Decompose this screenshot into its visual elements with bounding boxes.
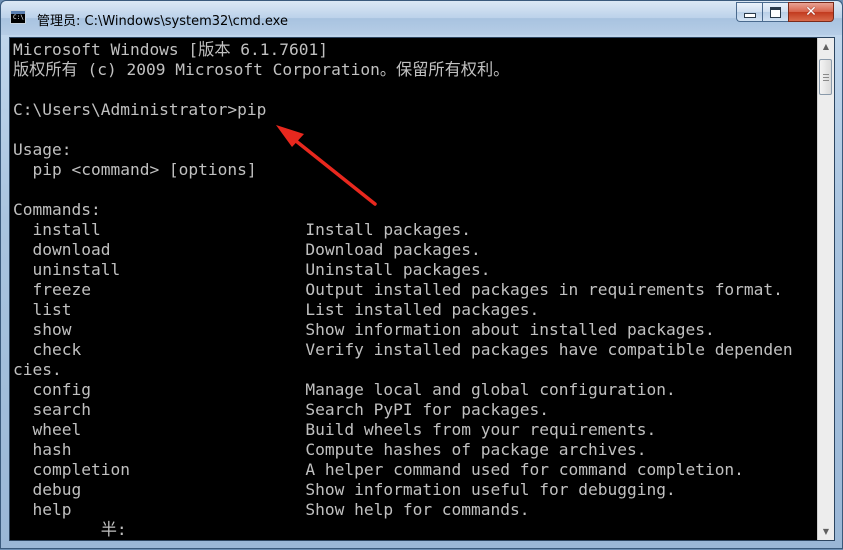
console-line: config Manage local and global configura… <box>13 380 676 399</box>
console-line: uninstall Uninstall packages. <box>13 260 491 279</box>
console-line: 半: <box>13 520 127 539</box>
console-line: hash Compute hashes of package archives. <box>13 440 647 459</box>
cmd-icon-label: C:\ <box>13 14 24 21</box>
console-line: install Install packages. <box>13 220 472 239</box>
console-line: wheel Build wheels from your requirement… <box>13 420 657 439</box>
title-bar[interactable]: C:\ 管理员: C:\Windows\system32\cmd.exe ✕ <box>1 1 842 35</box>
console-line: pip <command> [options] <box>13 160 257 179</box>
cmd-window: C:\ 管理员: C:\Windows\system32\cmd.exe ✕ M… <box>0 0 843 549</box>
console-line: C:\Users\Administrator>pip <box>13 100 267 119</box>
thumb-grip-line <box>823 80 829 81</box>
console-line: show Show information about installed pa… <box>13 320 715 339</box>
close-button[interactable]: ✕ <box>788 2 834 22</box>
vertical-scrollbar[interactable]: ▲ ▼ <box>817 38 834 540</box>
console-line: 版权所有 (c) 2009 Microsoft Corporation。保留所有… <box>13 60 510 79</box>
minimize-button[interactable] <box>736 2 762 22</box>
window-controls: ✕ <box>736 2 834 22</box>
console-line: freeze Output installed packages in requ… <box>13 280 783 299</box>
window-title: 管理员: C:\Windows\system32\cmd.exe <box>37 14 288 29</box>
console-line: cies. <box>13 360 62 379</box>
console-line: debug Show information useful for debugg… <box>13 480 676 499</box>
scroll-down-arrow-icon[interactable]: ▼ <box>818 523 834 540</box>
scroll-up-arrow-icon[interactable]: ▲ <box>818 38 834 55</box>
thumb-grip-line <box>823 77 829 78</box>
console-line: Microsoft Windows [版本 6.1.7601] <box>13 40 329 59</box>
console-line: download Download packages. <box>13 240 481 259</box>
maximize-button[interactable] <box>762 2 788 22</box>
scrollbar-thumb[interactable] <box>819 59 832 95</box>
console-line: help Show help for commands. <box>13 500 530 519</box>
maximize-icon <box>770 6 781 18</box>
cmd-icon[interactable]: C:\ <box>10 10 26 24</box>
console-output[interactable]: Microsoft Windows [版本 6.1.7601] 版权所有 (c) … <box>13 38 813 542</box>
minimize-icon <box>743 13 756 18</box>
console-line: completion A helper command used for com… <box>13 460 744 479</box>
console-line: search Search PyPI for packages. <box>13 400 550 419</box>
thumb-grip-line <box>823 74 829 75</box>
console-line: Commands: <box>13 200 101 219</box>
close-icon: ✕ <box>805 4 817 20</box>
console-line: list List installed packages. <box>13 300 540 319</box>
console-area[interactable]: Microsoft Windows [版本 6.1.7601] 版权所有 (c) … <box>9 37 835 541</box>
console-line: Usage: <box>13 140 72 159</box>
console-line: check Verify installed packages have com… <box>13 340 793 359</box>
